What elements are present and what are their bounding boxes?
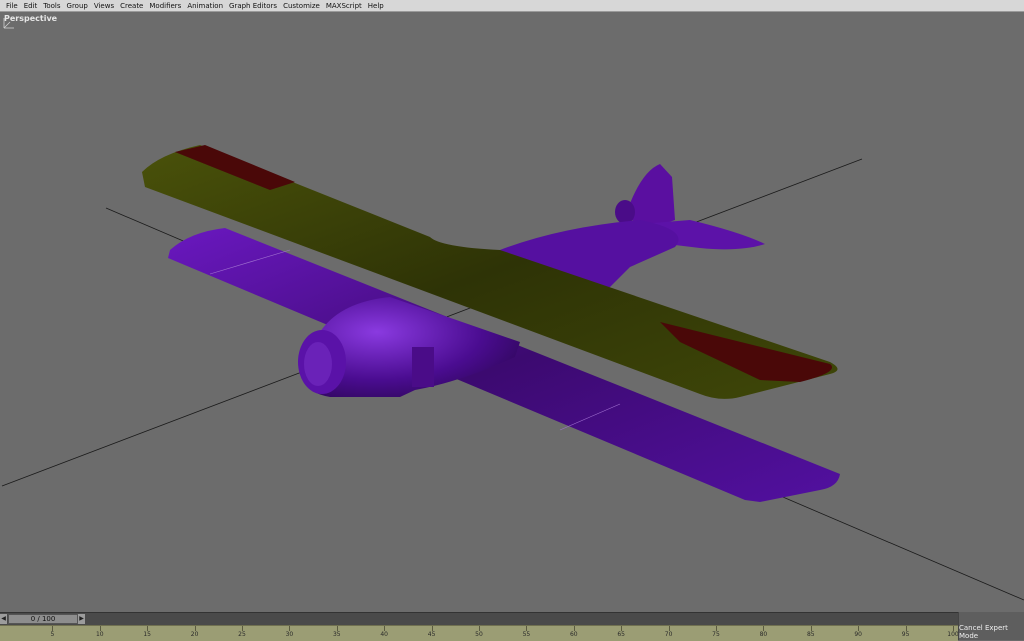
track-tick-label: 30 bbox=[285, 631, 294, 638]
menu-item-file[interactable]: File bbox=[3, 0, 21, 12]
track-tick-label: 55 bbox=[522, 631, 531, 638]
menu-item-customize[interactable]: Customize bbox=[280, 0, 323, 12]
menu-item-create[interactable]: Create bbox=[117, 0, 146, 12]
cancel-expert-mode-button[interactable]: Cancel Expert Mode bbox=[958, 612, 1024, 640]
time-bar: ◀ 0 / 100 ▶ bbox=[0, 612, 958, 625]
prev-frame-icon[interactable]: ◀ bbox=[0, 614, 7, 624]
track-tick-label: 40 bbox=[380, 631, 389, 638]
menu-item-edit[interactable]: Edit bbox=[21, 0, 41, 12]
track-tick-label: 95 bbox=[901, 631, 910, 638]
perspective-viewport[interactable]: Perspective bbox=[0, 12, 1024, 612]
track-tick-label: 90 bbox=[854, 631, 863, 638]
track-tick-label: 60 bbox=[569, 631, 578, 638]
track-tick-label: 20 bbox=[190, 631, 199, 638]
track-tick-label: 15 bbox=[143, 631, 152, 638]
next-frame-icon[interactable]: ▶ bbox=[78, 614, 85, 624]
menu-item-help[interactable]: Help bbox=[365, 0, 387, 12]
track-tick-label: 75 bbox=[712, 631, 720, 638]
track-tick-label: 35 bbox=[332, 631, 341, 638]
track-bar[interactable]: 5 10 15 20 25 30 35 40 45 50 55 60 65 70 75 80 85 90 95 100 bbox=[0, 625, 959, 641]
menu-item-modifiers[interactable]: Modifiers bbox=[146, 0, 184, 12]
track-tick-label: 70 bbox=[664, 631, 673, 638]
track-tick-label: 85 bbox=[806, 631, 815, 638]
menu-item-graph-editors[interactable]: Graph Editors bbox=[226, 0, 280, 12]
menu-item-tools[interactable]: Tools bbox=[40, 0, 63, 12]
track-tick-label: 25 bbox=[238, 631, 246, 638]
menu-item-views[interactable]: Views bbox=[91, 0, 117, 12]
track-tick-label: 65 bbox=[617, 631, 626, 638]
track-tick-label: 80 bbox=[759, 631, 768, 638]
axis-gizmo-icon bbox=[3, 18, 14, 29]
menu-item-group[interactable]: Group bbox=[64, 0, 91, 12]
menu-bar: File Edit Tools Group Views Create Modifiers An… bbox=[0, 0, 1024, 12]
track-tick-label: 45 bbox=[427, 631, 436, 638]
menu-item-animation[interactable]: Animation bbox=[184, 0, 226, 12]
track-tick-label: 5 bbox=[50, 631, 55, 638]
track-tick-label: 100 bbox=[947, 631, 959, 638]
scene-canvas[interactable] bbox=[0, 12, 1024, 612]
track-tick-label: 10 bbox=[95, 631, 104, 638]
track-tick-label: 50 bbox=[475, 631, 483, 638]
menu-item-maxscript[interactable]: MAXScript bbox=[323, 0, 365, 12]
time-slider[interactable]: 0 / 100 bbox=[8, 614, 78, 624]
